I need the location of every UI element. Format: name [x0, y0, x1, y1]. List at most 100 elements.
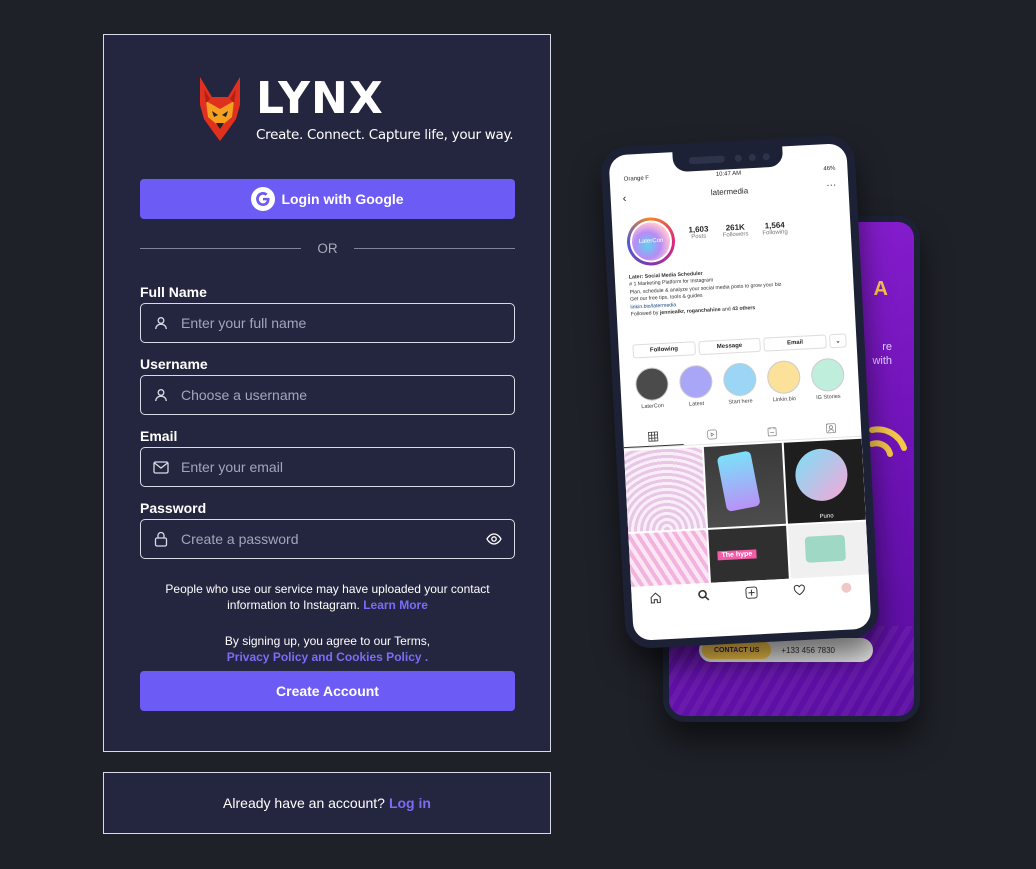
status-battery: 46% — [823, 165, 836, 173]
more-icon: ··· — [826, 179, 837, 192]
password-input[interactable] — [181, 520, 474, 558]
post-thumbnail — [628, 529, 709, 587]
terms-notice-text: By signing up, you agree to our Terms, — [224, 634, 431, 648]
back-phone-text-line2: with — [872, 355, 892, 367]
post-thumbnail — [703, 442, 786, 528]
stat-label: Following — [762, 229, 788, 237]
posts-grid: Puno The hype — [623, 438, 869, 587]
star-icon — [809, 357, 845, 393]
signup-card: LYNX Create. Connect. Capture life, your… — [103, 34, 551, 752]
login-with-google-button[interactable]: Login with Google — [140, 179, 515, 219]
profile-avatar-icon — [841, 582, 852, 593]
followed-prefix: Followed by — [630, 310, 659, 318]
chevron-down-icon: ⌄ — [828, 333, 847, 349]
stat-label: Followers — [722, 231, 749, 239]
following-button: Following — [632, 341, 696, 359]
profile-stats: 1,603 Posts 261K Followers 1,564 Followi… — [688, 220, 788, 240]
privacy-policy-link[interactable]: Privacy Policy and Cookies Policy . — [227, 650, 428, 664]
eye-icon[interactable] — [474, 520, 514, 558]
post-thumbnail: The hype — [708, 525, 789, 583]
post-thumbnail — [623, 447, 707, 532]
highlight-item: Linkin.bio — [763, 359, 803, 404]
highlight-item: IG Stories — [807, 357, 847, 401]
stat-posts: 1,603 Posts — [688, 224, 709, 240]
reels-icon — [682, 423, 742, 445]
profile-actions: Following Message Email ⌄ — [632, 333, 847, 359]
home-icon — [650, 592, 661, 604]
pin-icon — [722, 362, 757, 397]
back-phone-letter: A — [873, 278, 888, 300]
post-thumbnail: Puno — [783, 438, 866, 524]
profile-username: latermedia — [710, 186, 749, 198]
post-caption: The hype — [717, 549, 757, 561]
password-label: Password — [140, 500, 207, 516]
story-highlights: LaterCon Latest Start here Linkin.bio IG… — [632, 357, 854, 410]
google-icon — [251, 187, 276, 211]
profile-avatar: LaterCon — [625, 216, 677, 267]
username-label: Username — [140, 356, 208, 372]
back-arrow-icon: ‹ — [622, 192, 627, 205]
lock-icon — [141, 520, 181, 558]
password-field[interactable] — [140, 519, 515, 559]
add-post-icon — [745, 586, 758, 599]
user-icon — [141, 304, 181, 342]
highlight-item: Latest — [676, 364, 716, 408]
post-thumbnail — [788, 521, 869, 579]
email-label: Email — [140, 428, 178, 444]
highlight-label: Start here — [728, 398, 753, 406]
profile-bio: Later: Social Media Scheduler # 1 Market… — [629, 264, 843, 319]
brand-name: LYNX — [256, 73, 384, 124]
or-divider: OR — [140, 241, 515, 257]
instagram-profile-screen: Orange F 10:47 AM 46% ‹ latermedia ··· L… — [608, 143, 872, 641]
guides-icon — [742, 420, 802, 442]
brand-header: LYNX Create. Connect. Capture life, your… — [196, 73, 514, 145]
highlight-label: Latest — [688, 400, 705, 408]
google-button-label: Login with Google — [281, 191, 404, 207]
lynx-logo-icon — [200, 77, 240, 141]
login-prompt: Already have an account? — [223, 795, 385, 811]
brand-tagline: Create. Connect. Capture life, your way. — [256, 127, 514, 143]
avatar-label: LaterCon — [628, 219, 674, 264]
front-phone-mockup: Orange F 10:47 AM 46% ‹ latermedia ··· L… — [600, 134, 880, 650]
post-caption: Puno — [819, 512, 834, 520]
login-card: Already have an account? Log in — [103, 772, 551, 834]
upload-notice: People who use our service may have uplo… — [140, 581, 515, 613]
create-account-button[interactable]: Create Account — [140, 671, 515, 711]
learn-more-link[interactable]: Learn More — [363, 598, 428, 612]
full-name-input[interactable] — [181, 304, 514, 342]
terms-notice: By signing up, you agree to our Terms, P… — [140, 633, 515, 665]
email-button: Email — [763, 334, 827, 352]
bolt-icon — [678, 364, 713, 400]
stat-followers: 261K Followers — [722, 222, 749, 239]
highlight-label: IG Stories — [816, 393, 841, 402]
back-phone-text-line1: re — [882, 341, 892, 353]
user-icon — [141, 376, 181, 414]
mail-icon — [141, 448, 181, 486]
back-phone-text: re with — [872, 340, 892, 368]
cursor-icon — [634, 366, 669, 402]
email-input[interactable] — [181, 448, 514, 486]
heart-icon — [793, 584, 805, 596]
highlight-label: Linkin.bio — [772, 396, 797, 404]
search-icon — [698, 589, 710, 601]
grid-icon — [622, 426, 684, 449]
upload-notice-text: People who use our service may have uplo… — [165, 582, 490, 612]
username-field[interactable] — [140, 375, 515, 415]
contact-phone-number: +133 456 7830 — [781, 645, 835, 655]
full-name-label: Full Name — [140, 284, 207, 300]
signal-icon — [869, 426, 907, 457]
stat-label: Posts — [691, 233, 707, 241]
highlight-item: Start here — [720, 362, 760, 406]
link-icon — [765, 359, 801, 395]
highlight-item: LaterCon — [632, 366, 672, 411]
username-input[interactable] — [181, 376, 514, 414]
followed-others: 43 others — [732, 305, 756, 313]
tagged-icon — [801, 417, 861, 439]
login-link[interactable]: Log in — [389, 795, 431, 811]
stat-following: 1,564 Following — [762, 220, 788, 236]
highlight-label: LaterCon — [641, 403, 665, 411]
message-button: Message — [697, 337, 762, 356]
email-field[interactable] — [140, 447, 515, 487]
divider-line-right — [354, 248, 515, 249]
full-name-field[interactable] — [140, 303, 515, 343]
